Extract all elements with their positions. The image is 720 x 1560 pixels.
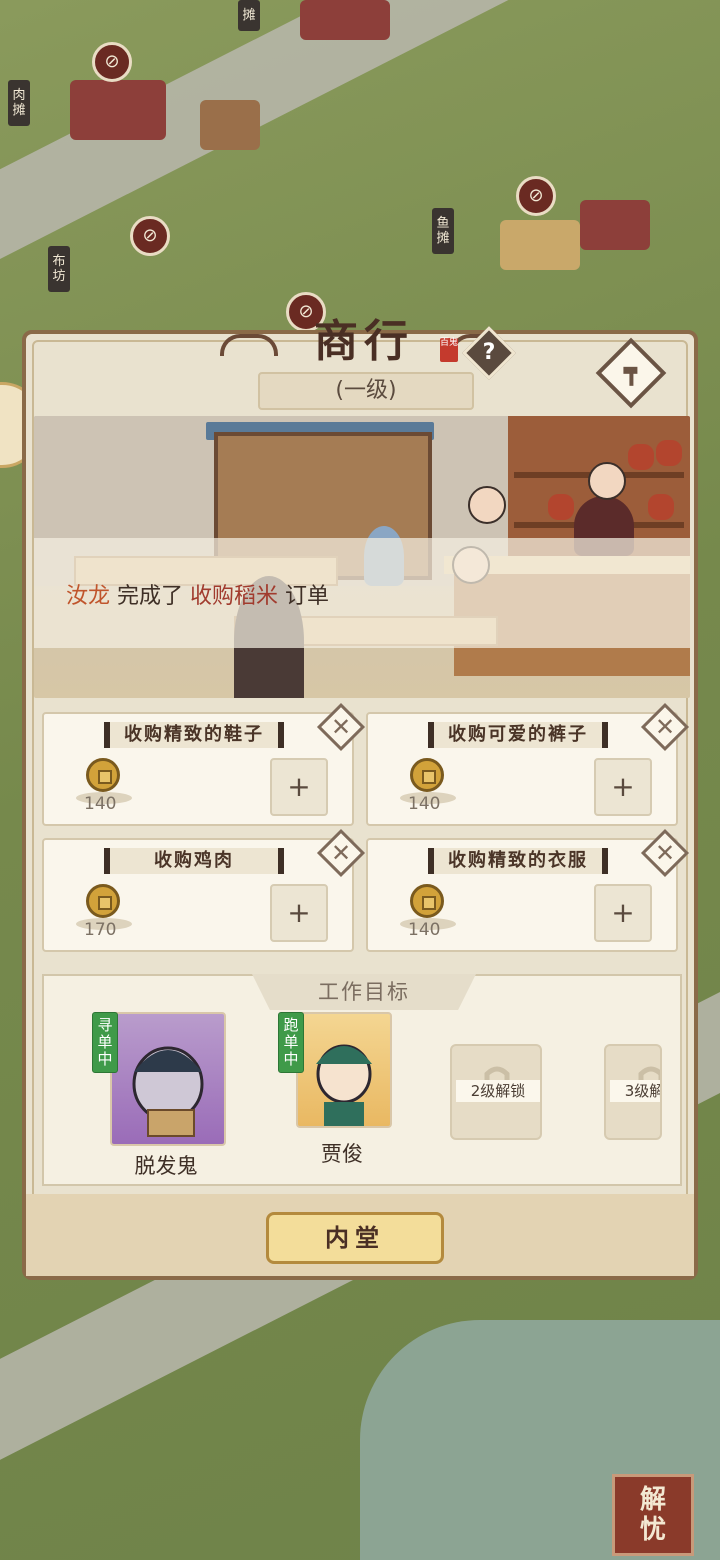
event-verb: 完成了 (117, 584, 184, 609)
worker-name: 贾俊 (321, 1142, 363, 1166)
add-order-button[interactable]: + (270, 758, 328, 816)
ghost-avatar-icon (132, 1046, 204, 1137)
runner-avatar-icon (316, 1044, 372, 1126)
upgrade-button[interactable] (595, 337, 667, 409)
order-card: 收购精致的衣服 140 + ✕ (366, 828, 690, 952)
coin-icon (410, 758, 444, 792)
close-icon: ✕ (330, 839, 352, 867)
shop-level: (一级) (258, 372, 474, 410)
order-title: 收购可爱的裤子 (428, 722, 608, 748)
order-price: 140 (408, 794, 441, 814)
worry-relief-button[interactable]: 解 忧 (612, 1474, 694, 1556)
worry-relief-label-line1: 解 (639, 1485, 666, 1515)
order-title: 收购鸡肉 (104, 848, 284, 874)
unlock-requirement: 3级解锁 (610, 1080, 660, 1102)
market-stall[interactable] (300, 0, 390, 40)
event-item: 收购稻米 (190, 584, 279, 609)
event-banner: 汝龙 完成了 收购稻米 订单 (34, 538, 690, 648)
shop-illustration: 汝龙 完成了 收购稻米 订单 (34, 416, 690, 698)
cancel-order-button[interactable]: ✕ (316, 702, 366, 752)
title-swirl-left (220, 334, 278, 356)
order-card: 收购可爱的裤子 140 + ✕ (366, 702, 690, 826)
question-icon: ? (482, 340, 496, 365)
order-price: 170 (84, 920, 117, 940)
shop-dialog: 商行 百鬼 ? (一级) 汝龙 完成了 收购稻米 订单 收购精致的鞋子 140 … (22, 316, 698, 1280)
work-goals-panel: 工作目标 寻单中 脱发鬼 跑单中 贾俊 2级解锁 3级 (42, 974, 682, 1186)
stall-sign-fish: 鱼摊 (432, 208, 454, 254)
cancel-order-button[interactable]: ✕ (640, 828, 690, 878)
closed-shop-icon[interactable]: ⊘ (130, 216, 170, 256)
locked-worker-slot[interactable]: 2级解锁 (450, 1044, 542, 1140)
market-stall[interactable] (70, 80, 166, 140)
seal-stamp: 百鬼 (440, 338, 458, 362)
close-icon: ✕ (654, 839, 676, 867)
event-actor: 汝龙 (66, 584, 111, 609)
worry-relief-label-line2: 忧 (639, 1515, 666, 1545)
worker-status-tag: 跑单中 (278, 1012, 304, 1073)
stall-sign-meat: 肉摊 (8, 80, 30, 126)
order-card: 收购鸡肉 170 + ✕ (42, 828, 366, 952)
locked-worker-slot[interactable]: 3级解锁 (604, 1044, 662, 1140)
order-card: 收购精致的鞋子 140 + ✕ (42, 702, 366, 826)
market-stall[interactable] (500, 220, 580, 270)
worker-name: 脱发鬼 (134, 1154, 198, 1178)
add-order-button[interactable]: + (270, 884, 328, 942)
cancel-order-button[interactable]: ✕ (316, 828, 366, 878)
add-order-button[interactable]: + (594, 884, 652, 942)
cancel-order-button[interactable]: ✕ (640, 702, 690, 752)
stall-sign-cloth: 布坊 (48, 246, 70, 292)
market-stall[interactable] (580, 200, 650, 250)
coin-icon (86, 884, 120, 918)
coin-icon (86, 758, 120, 792)
event-message: 汝龙 完成了 收购稻米 订单 (66, 578, 329, 610)
shopkeeper-head (588, 462, 626, 500)
closed-shop-icon[interactable]: ⊘ (516, 176, 556, 216)
close-icon: ✕ (654, 713, 676, 741)
unlock-requirement: 2级解锁 (456, 1080, 540, 1102)
hammer-icon (623, 366, 638, 386)
work-goals-title: 工作目标 (252, 974, 476, 1010)
order-price: 140 (408, 920, 441, 940)
dialog-title-area: 商行 (220, 312, 508, 372)
order-title: 收购精致的衣服 (428, 848, 608, 874)
worker-portrait (110, 1012, 226, 1146)
event-suffix: 订单 (285, 584, 330, 609)
coin-icon (410, 884, 444, 918)
order-title: 收购精致的鞋子 (104, 722, 284, 748)
close-icon: ✕ (330, 713, 352, 741)
order-price: 140 (84, 794, 117, 814)
clerk-head (468, 486, 506, 524)
stall-sign: 摊 (238, 0, 260, 31)
inner-hall-button[interactable]: 内堂 (266, 1212, 444, 1264)
market-stall[interactable] (200, 100, 260, 150)
add-order-button[interactable]: + (594, 758, 652, 816)
worker-status-tag: 寻单中 (92, 1012, 118, 1073)
worker-portrait (296, 1012, 392, 1128)
closed-shop-icon[interactable]: ⊘ (92, 42, 132, 82)
